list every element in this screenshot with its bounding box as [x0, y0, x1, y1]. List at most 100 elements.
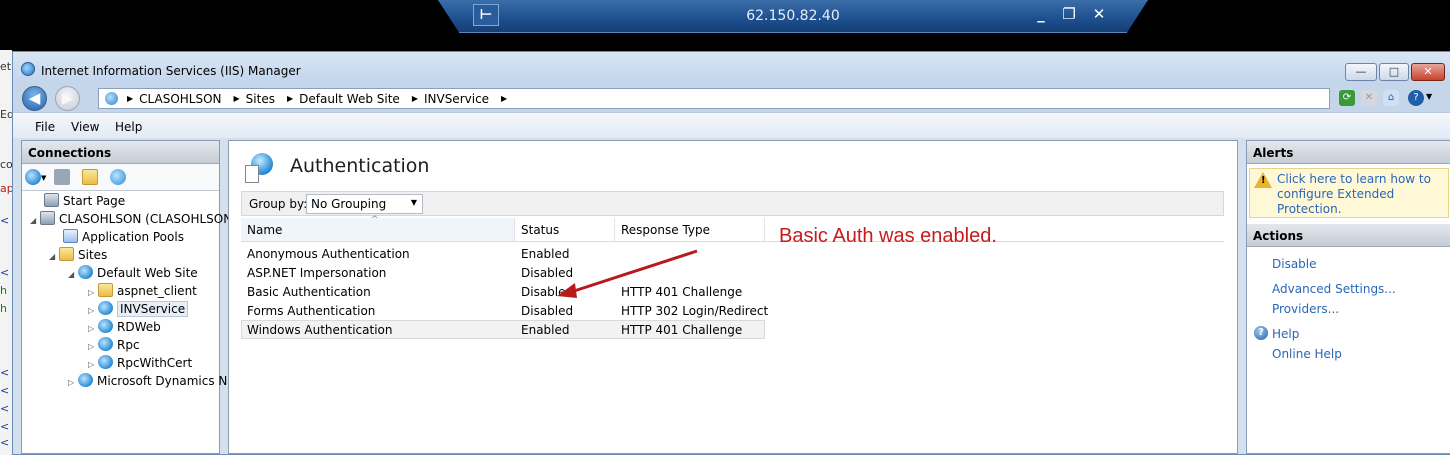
action-help[interactable]: Help [1272, 327, 1299, 341]
table-row[interactable]: Windows Authentication Enabled HTTP 401 … [241, 320, 765, 339]
home-icon[interactable]: ⌂ [1383, 90, 1399, 106]
refresh-icon[interactable]: ⟳ [1339, 90, 1355, 106]
menu-view[interactable]: View [71, 120, 99, 134]
back-button[interactable]: ◀ [22, 86, 47, 111]
sort-ascending-icon: ^ [371, 215, 379, 225]
bg-text: Ed [0, 108, 12, 121]
tree-item-label: RDWeb [117, 320, 161, 334]
maximize-button[interactable]: □ [1379, 63, 1409, 81]
column-header-status[interactable]: Status [515, 218, 615, 241]
feature-pane: Authentication Group by: No Grouping ▼ ^… [228, 140, 1238, 454]
authentication-table: ^ Name Status Response Type Anonymous Au… [241, 215, 1224, 453]
forward-button[interactable]: ▶ [55, 86, 80, 111]
expand-icon[interactable]: ▷ [68, 374, 78, 392]
remote-restore-button[interactable]: ❐ [1059, 5, 1079, 23]
cell-status: Enabled [521, 323, 570, 337]
tree-item-sites[interactable]: ◢ Sites [49, 246, 107, 264]
action-online-help[interactable]: Online Help [1272, 347, 1342, 361]
breadcrumb-item[interactable]: Sites [240, 92, 283, 106]
cell-status: Disabled [521, 304, 574, 318]
column-header-name[interactable]: ^ Name [241, 215, 515, 241]
iis-manager-window: Internet Information Services (IIS) Mana… [12, 51, 1450, 455]
globe-icon [78, 373, 93, 387]
background-window-strip: et Ed co ap < < h h < < < < < < [0, 50, 12, 455]
alerts-header: Alerts [1247, 141, 1450, 164]
app-pools-icon [63, 229, 78, 243]
tree-item-default-web-site[interactable]: ◢ Default Web Site [68, 264, 198, 282]
disconnect-icon[interactable] [110, 169, 126, 185]
bg-text: et [0, 60, 12, 73]
cell-name: Windows Authentication [247, 323, 393, 337]
breadcrumb: ▶ CLASOHLSON ▶ Sites ▶ Default Web Site … [123, 92, 507, 106]
tree-item-start-page[interactable]: Start Page [44, 192, 125, 210]
menu-bar: File View Help [13, 112, 1450, 138]
cell-response-type: HTTP 302 Login/Redirect [621, 304, 769, 318]
bg-text: < [0, 402, 10, 415]
bg-text: co [0, 158, 12, 171]
tree-item-label: aspnet_client [117, 284, 197, 298]
folder-icon [98, 283, 113, 297]
tree-item-label: CLASOHLSON (CLASOHLSON [59, 212, 233, 226]
tree-item-server[interactable]: ◢ CLASOHLSON (CLASOHLSON [30, 210, 232, 228]
tree-item-app-pools[interactable]: Application Pools [63, 228, 184, 246]
tree-item-microsoft-dynamics[interactable]: ▷ Microsoft Dynamics N [68, 372, 227, 390]
chevron-down-icon[interactable]: ▼ [41, 174, 47, 182]
up-folder-icon[interactable] [82, 169, 98, 185]
connections-header: Connections [22, 141, 219, 164]
breadcrumb-item[interactable]: Default Web Site [293, 92, 408, 106]
web-app-icon [98, 301, 113, 315]
breadcrumb-item[interactable]: INVService [418, 92, 497, 106]
bg-text: < [0, 266, 10, 279]
cell-name: Basic Authentication [247, 285, 371, 299]
globe-icon [78, 265, 93, 279]
connections-pane: Connections ▼ Start Page ◢ CLASOHLSON (CL… [21, 140, 232, 454]
action-providers[interactable]: Providers... [1272, 302, 1339, 316]
menu-help[interactable]: Help [115, 120, 142, 134]
close-button[interactable]: ✕ [1411, 63, 1445, 81]
connect-icon[interactable] [25, 169, 41, 185]
tree-item-rdweb[interactable]: ▷ RDWeb [88, 318, 161, 336]
remote-close-button[interactable]: ✕ [1089, 5, 1109, 23]
iis-app-icon [21, 62, 35, 76]
column-header-response-type[interactable]: Response Type [615, 218, 765, 241]
bg-text: < [0, 384, 10, 397]
menu-file[interactable]: File [35, 120, 55, 134]
tree-item-rpc[interactable]: ▷ Rpc [88, 336, 140, 354]
bg-text: ap [0, 182, 12, 195]
sites-folder-icon [59, 247, 74, 261]
breadcrumb-item[interactable]: CLASOHLSON [133, 92, 229, 106]
tree-item-aspnet-client[interactable]: ▷ aspnet_client [88, 282, 197, 300]
collapse-icon[interactable]: ◢ [49, 248, 59, 266]
tree-item-label: Application Pools [82, 230, 184, 244]
group-by-select[interactable]: No Grouping ▼ [306, 194, 423, 214]
actions-pane: Alerts Click here to learn how to config… [1246, 140, 1450, 454]
web-app-icon [98, 319, 113, 333]
action-disable[interactable]: Disable [1272, 257, 1317, 271]
tree-item-label: Default Web Site [97, 266, 198, 280]
alert-link[interactable]: Click here to learn how to configure Ext… [1277, 172, 1447, 217]
bg-text: < [0, 436, 10, 449]
collapse-icon[interactable]: ◢ [68, 266, 78, 284]
bg-text: h [0, 302, 7, 315]
tree-item-label: Rpc [117, 338, 140, 352]
save-icon[interactable] [54, 169, 70, 185]
help-icon[interactable]: ? [1408, 90, 1424, 106]
cell-response-type: HTTP 401 Challenge [621, 323, 743, 337]
cell-name: Forms Authentication [247, 304, 376, 318]
tree-item-rpcwithcert[interactable]: ▷ RpcWithCert [88, 354, 192, 372]
collapse-icon[interactable]: ◢ [30, 212, 40, 230]
remote-minimize-button[interactable]: _ [1031, 5, 1051, 23]
minimize-button[interactable]: — [1345, 63, 1377, 81]
navigation-row: ◀ ▶ ▶ CLASOHLSON ▶ Sites ▶ Default Web S… [13, 84, 1450, 112]
tree-item-invservice[interactable]: ▷ INVService [88, 300, 189, 318]
action-advanced-settings[interactable]: Advanced Settings... [1272, 282, 1396, 296]
table-row[interactable]: Forms Authentication Disabled HTTP 302 L… [241, 302, 769, 321]
stop-icon[interactable]: ✕ [1361, 90, 1377, 106]
bg-text: < [0, 214, 10, 227]
window-title: Internet Information Services (IIS) Mana… [41, 64, 301, 78]
alert-box[interactable]: Click here to learn how to configure Ext… [1249, 168, 1449, 218]
bg-text: h [0, 284, 7, 297]
address-bar[interactable]: ▶ CLASOHLSON ▶ Sites ▶ Default Web Site … [98, 88, 1330, 109]
help-icon: ? [1254, 326, 1268, 340]
help-dropdown-icon[interactable]: ▼ [1426, 92, 1432, 101]
